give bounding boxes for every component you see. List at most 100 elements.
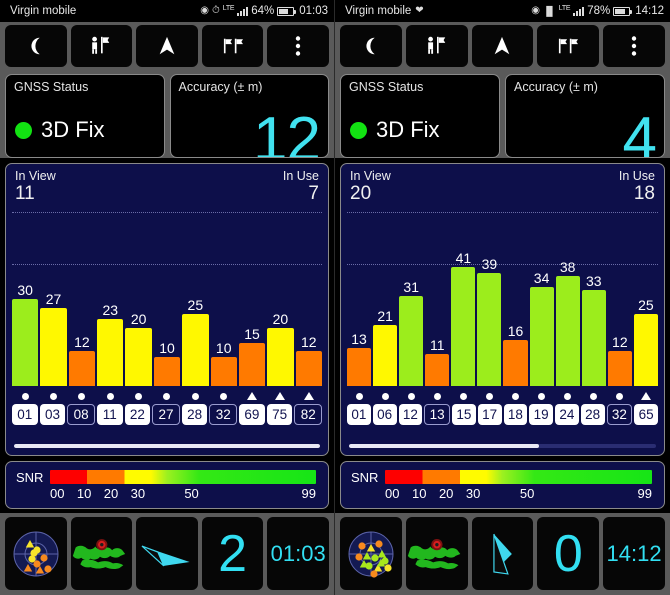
gps-test-app-panel: Virgin mobile ◉ ⏱ LTE 64% 01:03 GNSS Sta…: [0, 0, 335, 595]
navigate-button[interactable]: [136, 25, 198, 67]
navigate-button[interactable]: [471, 25, 534, 67]
clock-display[interactable]: 01:03: [267, 517, 329, 590]
night-mode-button[interactable]: [340, 25, 402, 67]
snr-bar: [210, 357, 237, 386]
more-vert-icon: [631, 36, 637, 56]
clock-display[interactable]: 14:12: [603, 517, 665, 590]
overflow-menu-button[interactable]: [267, 25, 329, 67]
chart-scrollbar[interactable]: [14, 444, 320, 448]
scrollbar-thumb[interactable]: [349, 444, 540, 448]
in-use-value: 18: [633, 183, 655, 204]
status-indicator-dot: [350, 121, 367, 139]
satellite-id-box[interactable]: 12: [398, 404, 423, 425]
bar-value-label: 39: [481, 255, 498, 272]
world-map-icon: [72, 538, 125, 569]
accuracy-card[interactable]: Accuracy (± m) 12: [169, 74, 329, 158]
flags-icon: [223, 38, 243, 54]
navigation-arrow-icon: [495, 36, 510, 55]
satellite-id-box[interactable]: 06: [372, 404, 397, 425]
compass-button[interactable]: [136, 517, 198, 590]
night-mode-button[interactable]: [5, 25, 67, 67]
satellite-id-box[interactable]: 19: [529, 404, 553, 425]
satellite-id-box[interactable]: 11: [96, 404, 123, 425]
satellite-id-box[interactable]: 75: [266, 404, 293, 425]
bar-column: 39: [477, 212, 502, 386]
satellite-id-box[interactable]: 01: [347, 404, 371, 425]
satellite-id-box[interactable]: 03: [39, 404, 66, 425]
send-location-button[interactable]: [70, 25, 133, 67]
satellite-id-box[interactable]: 15: [452, 404, 476, 425]
gps-marker-icon: [40, 390, 66, 402]
satellite-id-labels: 01 06 12 13 15 17 18 19 24 28 32 65: [347, 404, 658, 426]
satellite-id-box[interactable]: 24: [555, 404, 579, 425]
compass-button[interactable]: [471, 517, 534, 590]
satellite-id-box[interactable]: 82: [294, 404, 323, 425]
gps-marker-icon: [503, 390, 527, 402]
satellite-id-box[interactable]: 01: [12, 404, 38, 425]
vibrate-icon: ▐▌: [543, 5, 556, 16]
snr-bar: [633, 313, 658, 386]
satellite-snr-chart-card[interactable]: In View 20 In Use 18 13 21 31 11 41 39 16 34 38 3…: [340, 163, 665, 456]
gnss-status-card[interactable]: GNSS Status 3D Fix: [340, 74, 500, 158]
in-use-label: In Use: [618, 169, 655, 183]
bar-value-label: 10: [159, 340, 175, 356]
bar-column: 10: [210, 212, 237, 386]
satellite-id-box[interactable]: 13: [424, 404, 450, 425]
speed-display[interactable]: 0: [537, 517, 600, 590]
gps-test-app-panel: Virgin mobile ❤ ◉ ▐▌ LTE 78% 14:12 GNSS …: [335, 0, 670, 595]
bar-column: 12: [295, 212, 322, 386]
bar-column: 25: [633, 212, 658, 386]
waypoints-button[interactable]: [537, 25, 600, 67]
world-map-button[interactable]: [70, 517, 133, 590]
satellite-id-labels: 01 03 08 11 22 27 28 32 69 75 82: [12, 404, 323, 426]
snr-tick-label: 10: [411, 486, 427, 501]
in-view-value: 11: [15, 183, 35, 204]
satellite-id-box[interactable]: 22: [124, 404, 151, 425]
bar-column: 27: [40, 212, 67, 386]
carrier-label: Virgin mobile: [10, 5, 77, 17]
battery-icon: [613, 6, 633, 16]
speed-value: 2: [218, 524, 248, 583]
person-flag-icon: [427, 36, 445, 54]
satellite-id-box[interactable]: 32: [209, 404, 238, 425]
scrollbar-thumb[interactable]: [14, 444, 320, 448]
satellite-id-box[interactable]: 18: [503, 404, 528, 425]
sky-plot-button[interactable]: [5, 517, 67, 590]
satellite-snr-chart-card[interactable]: In View 11 In Use 7 30 27 12 23 20 10 25 10 15 20…: [5, 163, 329, 456]
satellite-id-box[interactable]: 17: [477, 404, 502, 425]
world-map-button[interactable]: [405, 517, 468, 590]
gnss-status-card[interactable]: GNSS Status 3D Fix: [5, 74, 165, 158]
sky-plot-button[interactable]: [340, 517, 402, 590]
chart-scrollbar[interactable]: [349, 444, 656, 448]
bar-column: 20: [267, 212, 294, 386]
heart-icon: ❤: [415, 5, 424, 16]
battery-percent-label: 64%: [251, 5, 275, 17]
bar-column: 25: [182, 212, 209, 386]
signal-bars-icon: [573, 6, 585, 16]
snr-legend-label: SNR: [351, 470, 379, 485]
satellite-id-box[interactable]: 28: [181, 404, 208, 425]
snr-tick-label: 99: [301, 486, 316, 501]
waypoints-button[interactable]: [201, 25, 264, 67]
speed-display[interactable]: 2: [201, 517, 264, 590]
bar-column: 34: [529, 212, 554, 386]
in-view-value: 20: [350, 183, 372, 204]
moon-icon: [31, 37, 40, 55]
accuracy-card[interactable]: Accuracy (± m) 4: [505, 74, 665, 158]
send-location-button[interactable]: [405, 25, 468, 67]
satellite-id-box[interactable]: 27: [152, 404, 180, 425]
satellite-id-box[interactable]: 08: [67, 404, 95, 425]
satellite-id-box[interactable]: 32: [606, 404, 633, 425]
snr-bar: [153, 357, 181, 386]
overflow-menu-button[interactable]: [603, 25, 665, 67]
bar-value-label: 25: [187, 296, 204, 313]
snr-bar: [373, 325, 398, 386]
snr-bar: [68, 351, 96, 386]
bar-value-label: 13: [351, 331, 367, 348]
satellite-id-box[interactable]: 69: [239, 404, 265, 425]
in-view-group: In View 20: [350, 169, 391, 205]
gps-marker-icon: [347, 390, 371, 402]
satellite-id-box[interactable]: 65: [634, 404, 658, 425]
bar-value-label: 31: [403, 279, 419, 296]
satellite-id-box[interactable]: 28: [580, 404, 605, 425]
